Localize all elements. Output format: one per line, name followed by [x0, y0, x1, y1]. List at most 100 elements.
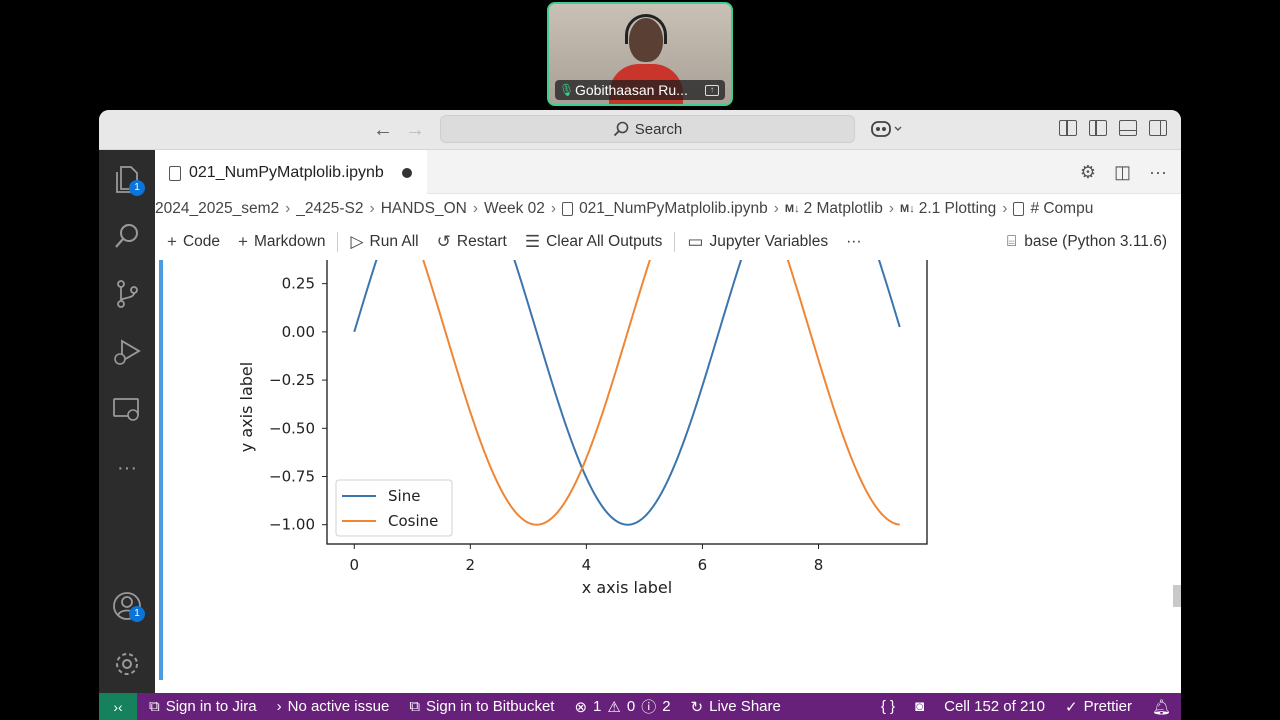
chevron-right-icon: ›	[550, 200, 557, 217]
prettier-status[interactable]: ✓ Prettier	[1065, 698, 1132, 716]
bitbucket-label: Sign in to Bitbucket	[426, 698, 555, 715]
participant-name: Gobithaasan Ru...	[575, 82, 688, 98]
jira-icon: ⧉	[149, 698, 160, 715]
breadcrumb-item[interactable]: 021_NumPyMatplolib.ipynb	[579, 200, 768, 218]
notifications-bell-icon[interactable]: 🔔︎	[1152, 698, 1171, 716]
language-status-braces[interactable]: { }	[881, 698, 895, 715]
y-tick-label: −1.00	[269, 516, 315, 534]
error-icon: ⊗	[574, 698, 588, 716]
x-tick-label: 8	[814, 556, 824, 574]
jira-sign-in[interactable]: ⧉ Sign in to Jira	[149, 698, 257, 715]
split-editor-icon[interactable]: ◫	[1114, 162, 1131, 183]
bitbucket-sign-in[interactable]: ⧉ Sign in to Bitbucket	[409, 698, 554, 715]
x-axis-label: x axis label	[582, 578, 672, 597]
kernel-picker[interactable]: ⌸ base (Python 3.11.6)	[1007, 224, 1167, 260]
kernel-label: base (Python 3.11.6)	[1024, 233, 1167, 250]
active-issue[interactable]: › No active issue	[277, 698, 390, 715]
more-activities-icon[interactable]: ···	[99, 444, 155, 492]
share-screen-icon[interactable]: ↑	[705, 84, 719, 96]
clear-all-outputs-button[interactable]: ☰ Clear All Outputs	[525, 232, 663, 252]
chevron-right-icon: ›	[888, 200, 895, 217]
tab-bar: 021_NumPyMatplolib.ipynb ⚙ ◫ ···	[155, 150, 1181, 194]
accounts-badge: 1	[129, 606, 145, 622]
more-actions-icon[interactable]: ···	[1149, 162, 1167, 183]
source-control-icon[interactable]	[99, 270, 155, 318]
status-bar-right: { } ◙ Cell 152 of 210 ✓ Prettier 🔔︎	[861, 693, 1171, 720]
plus-icon: +	[167, 232, 177, 251]
breadcrumb-item[interactable]: HANDS_ON	[381, 200, 467, 218]
activity-bar: 1 ··· 1	[99, 150, 155, 693]
warning-icon: ⚠	[607, 698, 621, 716]
error-count: 1	[593, 698, 602, 715]
y-tick-label: 0.25	[282, 275, 315, 293]
tab-notebook[interactable]: 021_NumPyMatplolib.ipynb	[155, 150, 427, 194]
x-tick-label: 0	[349, 556, 359, 574]
notebook-settings-gear-icon[interactable]: ⚙	[1080, 162, 1096, 183]
toggle-secondary-sidebar-icon[interactable]	[1149, 120, 1167, 136]
scrollbar-thumb[interactable]	[1173, 585, 1181, 607]
add-code-cell-button[interactable]: + Code	[167, 232, 220, 252]
breadcrumb-item[interactable]: 2024_2025_sem2	[155, 200, 279, 218]
problems-indicator[interactable]: ⊗ 1 ⚠ 0 ⓘ 2	[574, 696, 670, 717]
y-tick-label: −0.75	[269, 468, 315, 486]
markdown-icon: M↓	[784, 203, 800, 215]
bitbucket-icon: ⧉	[409, 698, 421, 715]
breadcrumb-item[interactable]: # Compu	[1030, 200, 1093, 218]
chevron-right-icon: ›	[472, 200, 478, 217]
restart-icon: ↺	[436, 232, 451, 251]
forward-arrow-icon[interactable]: →	[403, 118, 427, 142]
live-share-button[interactable]: ↻ Live Share	[691, 698, 781, 716]
screen: 🎙 Gobithaasan Ru... ↑ ← → Search 1 ··· 1…	[0, 0, 1280, 720]
toggle-sidebar-icon[interactable]	[1089, 120, 1107, 136]
settings-gear-icon[interactable]	[99, 640, 155, 688]
restart-button[interactable]: ↺ Restart	[437, 232, 507, 252]
run-debug-icon[interactable]	[99, 328, 155, 376]
run-all-button[interactable]: ▷ Run All	[350, 232, 418, 252]
breadcrumb-item[interactable]: _2425-S2	[296, 200, 363, 218]
live-share-icon: ↻	[690, 698, 704, 716]
breadcrumb: 2024_2025_sem2 › _2425-S2 › HANDS_ON › W…	[155, 194, 1181, 224]
participant-video-tile[interactable]: 🎙 Gobithaasan Ru... ↑	[547, 2, 733, 106]
remote-explorer-icon[interactable]	[99, 386, 155, 434]
status-bar: ›‹ ⧉ Sign in to Jira › No active issue ⧉…	[99, 693, 1181, 720]
file-icon	[169, 165, 181, 181]
file-icon	[562, 202, 574, 216]
copilot-icon[interactable]	[871, 119, 905, 144]
unsaved-dot-icon[interactable]	[401, 168, 412, 178]
chevron-right-icon: ›	[1002, 200, 1008, 217]
vscode-window: ← → Search 1 ··· 1 021_NumPyMatplolib.ip…	[99, 110, 1181, 720]
clear-outputs-icon: ☰	[524, 232, 541, 251]
clear-outputs-label: Clear All Outputs	[546, 233, 663, 250]
legend-label-sine: Sine	[388, 487, 420, 505]
accounts-icon[interactable]: 1	[99, 582, 155, 630]
live-share-label: Live Share	[709, 698, 781, 715]
tab-filename: 021_NumPyMatplolib.ipynb	[189, 164, 384, 181]
file-icon	[1013, 202, 1025, 216]
chevron-right-icon: ›	[285, 200, 291, 217]
participant-name-bar: 🎙 Gobithaasan Ru... ↑	[555, 80, 725, 100]
back-arrow-icon[interactable]: ←	[371, 118, 395, 142]
breadcrumb-item[interactable]: 2.1 Plotting	[919, 200, 997, 218]
headset-shape	[625, 14, 667, 44]
notebook-toolbar: + Code + Markdown ▷ Run All ↺ Restart ☰	[155, 224, 1181, 260]
issue-label: No active issue	[287, 698, 390, 715]
variables-icon: ▭	[687, 232, 704, 251]
command-center-search[interactable]: Search	[440, 115, 855, 143]
copilot-status-icon[interactable]: ◙	[915, 698, 924, 715]
cell-position[interactable]: Cell 152 of 210	[944, 698, 1045, 715]
search-activity-icon[interactable]	[99, 212, 155, 260]
add-markdown-cell-button[interactable]: + Markdown	[238, 232, 325, 252]
explorer-badge: 1	[129, 180, 145, 196]
explorer-icon[interactable]: 1	[99, 156, 155, 204]
remote-indicator-icon[interactable]: ›‹	[99, 693, 137, 720]
breadcrumb-item[interactable]: Week 02	[484, 200, 545, 218]
toggle-panel-icon[interactable]	[1119, 120, 1137, 136]
toolbar-more-button[interactable]: ···	[846, 233, 862, 251]
search-label: Search	[634, 120, 683, 138]
jira-label: Sign in to Jira	[165, 698, 257, 715]
breadcrumb-item[interactable]: 2 Matplotlib	[804, 200, 883, 218]
warning-count: 0	[626, 698, 636, 715]
customize-layout-icon[interactable]	[1059, 120, 1077, 136]
jupyter-variables-button[interactable]: ▭ Jupyter Variables	[687, 232, 828, 252]
editor-area: 021_NumPyMatplolib.ipynb ⚙ ◫ ··· 2024_20…	[155, 150, 1181, 693]
